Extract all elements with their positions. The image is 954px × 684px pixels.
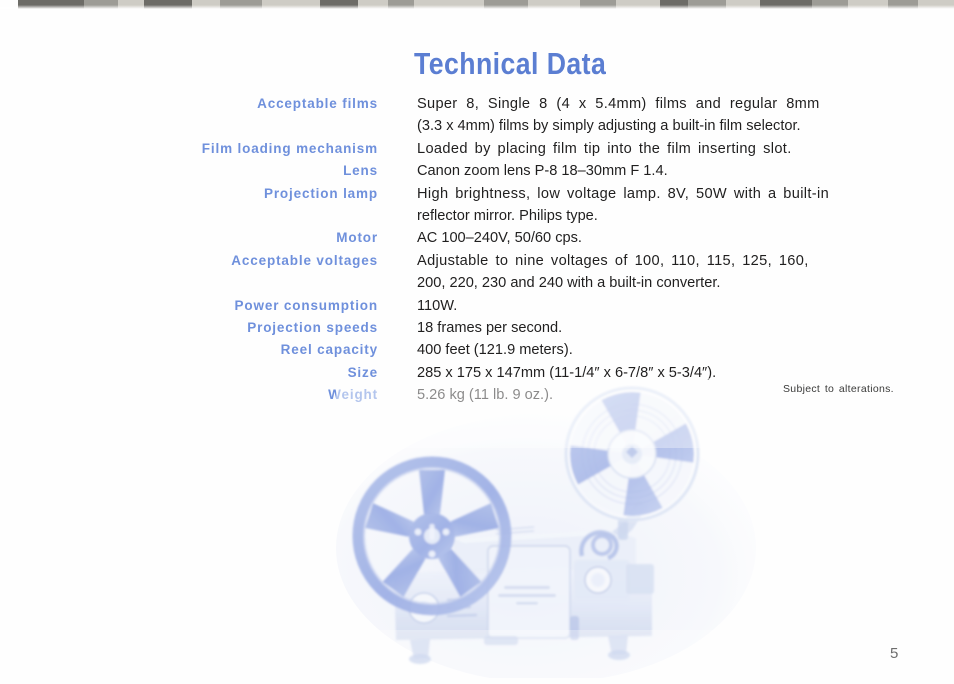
spec-value: Canon zoom lens P-8 18–30mm F 1.4. <box>378 160 954 182</box>
spec-row: Projection lamp High brightness, low vol… <box>0 183 954 228</box>
spec-value-line: 285 x 175 x 147mm (11-1/4″ x 6-7/8″ x 5-… <box>417 364 717 381</box>
page-title: Technical Data <box>414 46 607 81</box>
spec-value-line: AC 100–240V, 50/60 cps. <box>417 230 582 247</box>
spec-value: Loaded by placing film tip into the film… <box>378 138 954 160</box>
spec-value: 110W. <box>378 295 954 317</box>
alterations-note: Subject to alterations. <box>783 383 894 395</box>
spec-value-line: reflector mirror. Philips type. <box>417 208 598 225</box>
document-page: Technical Data Acceptable films Super 8,… <box>0 0 954 684</box>
spec-label: Acceptable voltages <box>231 252 378 268</box>
scan-edge-artifact <box>0 0 954 9</box>
film-projector-photo <box>336 378 756 678</box>
spec-label: Acceptable films <box>257 96 378 111</box>
spec-value-line: 110W. <box>417 297 458 314</box>
spec-value: 285 x 175 x 147mm (11-1/4″ x 6-7/8″ x 5-… <box>378 362 954 384</box>
spec-row: Acceptable films Super 8, Single 8 (4 x … <box>0 93 954 138</box>
spec-label: Projection lamp <box>263 185 378 201</box>
spec-row: Lens Canon zoom lens P-8 18–30mm F 1.4. <box>0 160 954 182</box>
spec-value: 400 feet (121.9 meters). <box>378 339 954 361</box>
spec-label: Film loading mechanism <box>201 140 378 156</box>
spec-row: Acceptable voltages Adjustable to nine v… <box>0 250 954 295</box>
specifications-table: Acceptable films Super 8, Single 8 (4 x … <box>0 93 954 407</box>
spec-label: Weight <box>328 387 378 403</box>
spec-label: Size <box>347 364 378 380</box>
spec-label: Lens <box>343 163 378 179</box>
spec-value-line: (3.3 x 4mm) films by simply adjusting a … <box>417 118 801 135</box>
spec-value-line: Loaded by placing film tip into the film… <box>417 140 792 157</box>
spec-label: Reel capacity <box>280 342 378 358</box>
spec-value-line: 400 feet (121.9 meters). <box>417 342 573 359</box>
spec-value: Super 8, Single 8 (4 x 5.4mm) films and … <box>378 93 954 138</box>
spec-label: Motor <box>336 230 378 246</box>
spec-label: Projection speeds <box>247 320 378 336</box>
spec-label: Power consumption <box>234 297 378 313</box>
spec-row: Film loading mechanism Loaded by placing… <box>0 138 954 160</box>
spec-row: Projection speeds 18 frames per second. <box>0 317 954 339</box>
spec-value: AC 100–240V, 50/60 cps. <box>378 227 954 249</box>
spec-row: Size 285 x 175 x 147mm (11-1/4″ x 6-7/8″… <box>0 362 954 384</box>
spec-value: Adjustable to nine voltages of 100, 110,… <box>378 250 954 295</box>
page-number: 5 <box>890 645 899 662</box>
spec-value-line: Adjustable to nine voltages of 100, 110,… <box>417 252 809 269</box>
spec-value-line: Super 8, Single 8 (4 x 5.4mm) films and … <box>417 96 820 112</box>
spec-value-line: High brightness, low voltage lamp. 8V, 5… <box>417 185 830 202</box>
spec-row: Power consumption 110W. <box>0 295 954 317</box>
spec-value-line: Canon zoom lens P-8 18–30mm F 1.4. <box>417 163 668 180</box>
spec-row: Motor AC 100–240V, 50/60 cps. <box>0 227 954 249</box>
spec-value: High brightness, low voltage lamp. 8V, 5… <box>378 183 954 228</box>
spec-value-line: 200, 220, 230 and 240 with a built-in co… <box>417 275 721 292</box>
spec-value: 18 frames per second. <box>378 317 954 339</box>
spec-value-line: 18 frames per second. <box>417 320 563 337</box>
spec-row: Reel capacity 400 feet (121.9 meters). <box>0 339 954 361</box>
